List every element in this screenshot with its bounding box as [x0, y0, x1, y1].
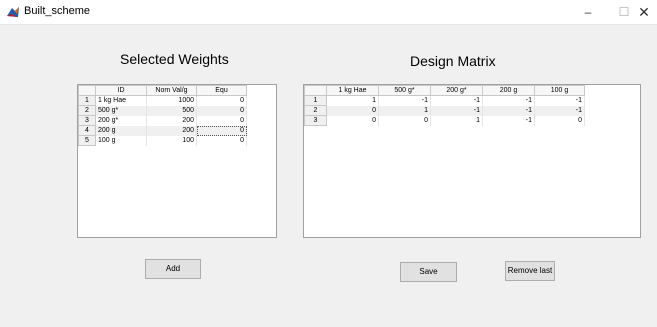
column-header[interactable]: 200 g — [482, 85, 535, 96]
table-row[interactable]: 2 0 1 -1 -1 -1 — [304, 105, 585, 116]
row-header[interactable]: 4 — [78, 125, 96, 136]
matrix-cell[interactable]: 1 — [326, 95, 379, 106]
selected-weights-title: Selected Weights — [120, 51, 229, 67]
row-header[interactable]: 2 — [78, 105, 96, 116]
equ-cell[interactable]: 0 — [196, 125, 247, 136]
id-cell[interactable]: 1 kg Hae — [95, 95, 147, 106]
table-row[interactable]: 1 1 -1 -1 -1 -1 — [304, 95, 585, 106]
row-header[interactable]: 1 — [78, 95, 96, 106]
matrix-cell[interactable]: -1 — [482, 115, 535, 126]
corner-cell — [304, 85, 327, 96]
row-header[interactable]: 5 — [78, 135, 96, 146]
corner-cell — [78, 85, 96, 96]
row-header[interactable]: 3 — [304, 115, 327, 126]
design-matrix-title: Design Matrix — [410, 53, 496, 69]
matrix-cell[interactable]: -1 — [430, 105, 483, 116]
save-button[interactable]: Save — [400, 262, 457, 282]
close-button[interactable]: ✕ — [632, 2, 656, 22]
column-header[interactable]: 200 g* — [430, 85, 483, 96]
column-header[interactable]: 100 g — [534, 85, 585, 96]
column-header[interactable]: 1 kg Hae — [326, 85, 379, 96]
equ-cell[interactable]: 0 — [196, 135, 247, 146]
equ-cell[interactable]: 0 — [196, 115, 247, 126]
matrix-cell[interactable]: 1 — [378, 105, 431, 116]
matrix-cell[interactable]: -1 — [534, 95, 585, 106]
table-row[interactable]: 3 0 0 1 -1 0 — [304, 115, 585, 126]
table-row[interactable]: 1 1 kg Hae 1000 0 — [78, 95, 247, 106]
matrix-cell[interactable]: 0 — [534, 115, 585, 126]
matrix-cell[interactable]: -1 — [430, 95, 483, 106]
column-header[interactable]: Equ — [196, 85, 247, 96]
id-cell[interactable]: 100 g — [95, 135, 147, 146]
nom-val-cell[interactable]: 200 — [146, 125, 197, 136]
matrix-cell[interactable]: 1 — [430, 115, 483, 126]
nom-val-cell[interactable]: 100 — [146, 135, 197, 146]
add-button[interactable]: Add — [145, 259, 201, 279]
matrix-cell[interactable]: -1 — [534, 105, 585, 116]
table-row[interactable]: 2 500 g* 500 0 — [78, 105, 247, 116]
matrix-cell[interactable]: 0 — [378, 115, 431, 126]
window-title: Built_scheme — [24, 5, 91, 17]
row-header[interactable]: 3 — [78, 115, 96, 126]
selected-weights-table[interactable]: ID Nom Val/g Equ 1 1 kg Hae 1000 0 2 500… — [77, 84, 277, 238]
design-matrix-grid: 1 kg Hae 500 g* 200 g* 200 g 100 g 1 1 -… — [304, 85, 585, 126]
table-header-row: 1 kg Hae 500 g* 200 g* 200 g 100 g — [304, 85, 585, 96]
column-header[interactable]: Nom Val/g — [146, 85, 197, 96]
equ-cell[interactable]: 0 — [196, 105, 247, 116]
table-row[interactable]: 5 100 g 100 0 — [78, 135, 247, 146]
table-row[interactable]: 4 200 g 200 0 — [78, 125, 247, 136]
column-header[interactable]: 500 g* — [378, 85, 431, 96]
table-header-row: ID Nom Val/g Equ — [78, 85, 247, 96]
id-cell[interactable]: 200 g — [95, 125, 147, 136]
remove-last-button[interactable]: Remove last — [505, 261, 555, 281]
nom-val-cell[interactable]: 500 — [146, 105, 197, 116]
id-cell[interactable]: 500 g* — [95, 105, 147, 116]
selected-weights-grid: ID Nom Val/g Equ 1 1 kg Hae 1000 0 2 500… — [78, 85, 247, 146]
minimize-button[interactable]: – — [570, 2, 606, 22]
matrix-cell[interactable]: -1 — [482, 95, 535, 106]
matrix-cell[interactable]: -1 — [378, 95, 431, 106]
nom-val-cell[interactable]: 200 — [146, 115, 197, 126]
table-row[interactable]: 3 200 g* 200 0 — [78, 115, 247, 126]
matrix-cell[interactable]: 0 — [326, 115, 379, 126]
nom-val-cell[interactable]: 1000 — [146, 95, 197, 106]
window-titlebar[interactable]: Built_scheme – ☐ ✕ — [0, 0, 657, 25]
id-cell[interactable]: 200 g* — [95, 115, 147, 126]
matrix-cell[interactable]: -1 — [482, 105, 535, 116]
row-header[interactable]: 2 — [304, 105, 327, 116]
matlab-logo-icon — [6, 5, 20, 19]
design-matrix-table[interactable]: 1 kg Hae 500 g* 200 g* 200 g 100 g 1 1 -… — [303, 84, 641, 238]
column-header[interactable]: ID — [95, 85, 147, 96]
row-header[interactable]: 1 — [304, 95, 327, 106]
matrix-cell[interactable]: 0 — [326, 105, 379, 116]
equ-cell[interactable]: 0 — [196, 95, 247, 106]
